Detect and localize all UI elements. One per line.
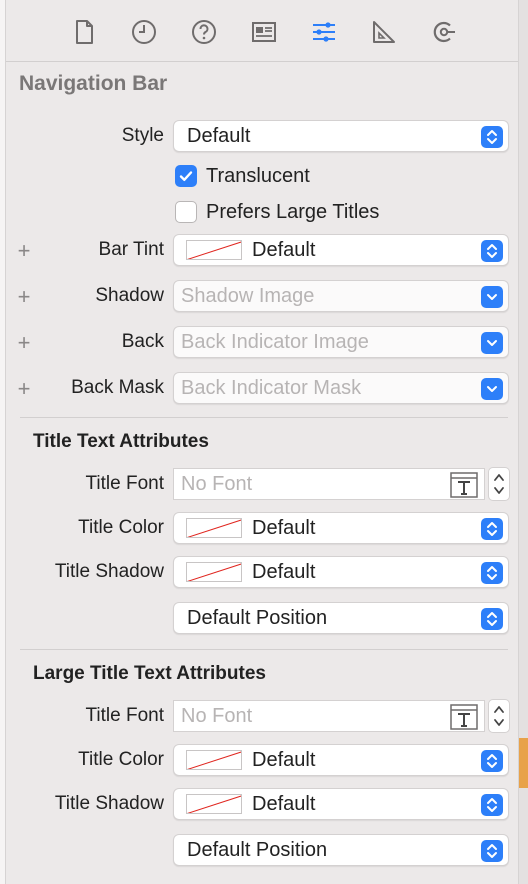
large-title-text-attributes-heading: Large Title Text Attributes [33,663,266,684]
large-title-color-value: Default [252,748,316,771]
chevron-updown-icon [481,794,503,816]
shadow-image-combo[interactable]: Shadow Image [173,280,509,312]
large-title-color-popup[interactable]: Default [173,744,509,776]
orange-marker [519,738,528,788]
right-edge [518,0,528,884]
large-title-font-label: Title Font [85,705,165,726]
prefers-large-titles-label: Prefers Large Titles [206,201,380,223]
inspector-tab-bar [6,0,518,62]
bar-tint-add-variation[interactable]: + [15,238,33,264]
large-title-shadow-label: Title Shadow [54,793,164,814]
color-swatch [186,240,242,260]
title-shadow-position-value: Default Position [187,606,328,629]
stepper-arrows-icon [494,474,504,494]
identity-icon [252,22,276,42]
back-mask-add-variation[interactable]: + [15,376,33,402]
bar-tint-popup[interactable]: Default [173,234,509,266]
left-edge [0,0,6,884]
divider [20,417,508,418]
chevron-updown-icon [481,840,503,862]
title-shadow-popup[interactable]: Default [173,556,509,588]
help-icon [192,20,216,44]
large-title-font-placeholder: No Font [181,704,253,727]
title-font-label: Title Font [85,473,165,494]
shadow-image-placeholder: Shadow Image [181,284,315,307]
chevron-updown-icon [481,750,503,772]
translucent-checkbox[interactable] [175,165,197,187]
title-font-placeholder: No Font [181,472,253,495]
color-swatch [186,794,242,814]
title-shadow-position-popup[interactable]: Default Position [173,602,509,634]
font-picker-icon[interactable] [450,472,478,498]
file-inspector-tab[interactable] [68,16,100,48]
large-title-shadow-popup[interactable]: Default [173,788,509,820]
title-color-label: Title Color [78,517,164,538]
color-swatch [186,518,242,538]
chevron-down-icon [481,332,503,354]
identity-inspector-tab[interactable] [248,16,280,48]
color-swatch [186,562,242,582]
large-title-font-field[interactable]: No Font [173,700,485,732]
connections-icon [433,21,455,43]
history-inspector-tab[interactable] [128,16,160,48]
attributes-icon [313,22,335,42]
title-shadow-value: Default [252,560,316,583]
connections-inspector-tab[interactable] [428,16,460,48]
large-title-shadow-value: Default [252,792,316,815]
size-inspector-tab[interactable] [368,16,400,48]
back-mask-label: Back Mask [71,377,164,398]
size-icon [373,21,395,43]
back-indicator-combo[interactable]: Back Indicator Image [173,326,509,358]
large-title-color-label: Title Color [78,749,164,770]
back-add-variation[interactable]: + [15,330,33,356]
clock-icon [132,20,156,44]
chevron-down-icon [481,286,503,308]
file-icon [76,20,93,44]
prefers-large-titles-checkbox[interactable] [175,201,197,223]
shadow-add-variation[interactable]: + [15,284,33,310]
large-title-shadow-position-value: Default Position [187,838,328,861]
style-value: Default [187,124,251,147]
large-title-font-stepper[interactable] [488,699,510,733]
title-color-value: Default [252,516,316,539]
chevron-updown-icon [481,126,503,148]
title-shadow-label: Title Shadow [54,561,164,582]
chevron-updown-icon [481,518,503,540]
bar-tint-label: Bar Tint [98,239,164,260]
title-font-stepper[interactable] [488,467,510,501]
style-popup[interactable]: Default [173,120,509,152]
help-inspector-tab[interactable] [188,16,220,48]
attributes-inspector-tab[interactable] [308,16,340,48]
color-swatch [186,750,242,770]
shadow-label: Shadow [95,285,164,306]
title-text-attributes-heading: Title Text Attributes [33,431,209,452]
back-label: Back [121,331,164,352]
title-font-field[interactable]: No Font [173,468,485,500]
large-title-shadow-position-popup[interactable]: Default Position [173,834,509,866]
chevron-down-icon [481,378,503,400]
chevron-updown-icon [481,562,503,584]
checkmark-icon [179,171,193,181]
back-mask-placeholder: Back Indicator Mask [181,376,362,399]
bar-tint-value: Default [252,238,316,261]
stepper-arrows-icon [494,706,504,726]
section-title: Navigation Bar [19,72,168,95]
back-indicator-placeholder: Back Indicator Image [181,330,369,353]
translucent-label: Translucent [206,165,310,187]
style-label: Style [121,125,164,146]
title-color-popup[interactable]: Default [173,512,509,544]
chevron-updown-icon [481,608,503,630]
font-picker-icon[interactable] [450,704,478,730]
divider [20,649,508,650]
chevron-updown-icon [481,240,503,262]
back-mask-combo[interactable]: Back Indicator Mask [173,372,509,404]
